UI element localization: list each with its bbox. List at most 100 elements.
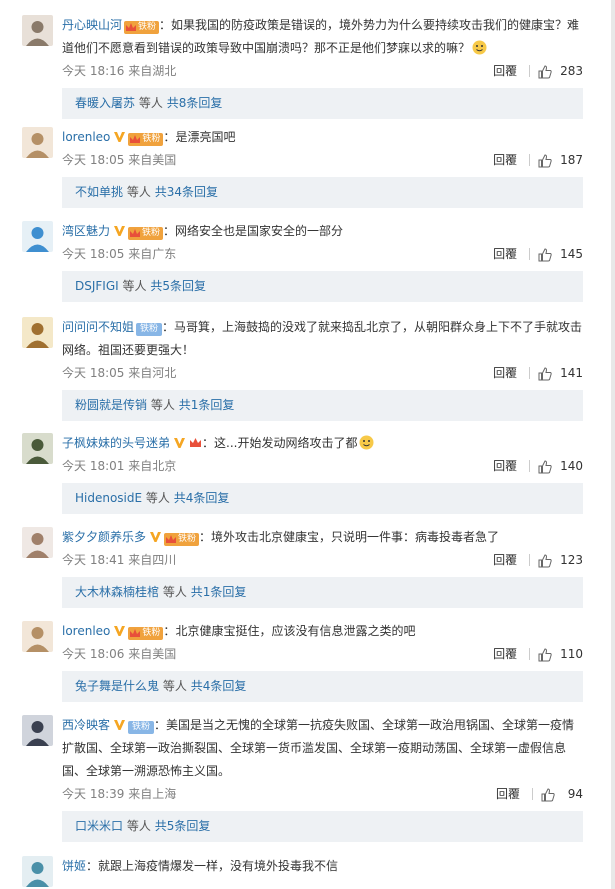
sub-reply-user[interactable]: DSJFIGI [75,279,119,293]
reply-button[interactable]: 回覆 [493,455,517,477]
username-link[interactable]: 问问问不知姐 [62,320,134,334]
thumbs-up-icon[interactable] [538,459,552,474]
like-count: 123 [560,553,583,567]
sub-replies-bar[interactable]: 兔子舞是什么鬼 等人 共4条回复 [62,671,583,702]
reply-button[interactable]: 回覆 [493,643,517,665]
reply-button[interactable]: 回覆 [493,149,517,171]
reply-button[interactable]: 回覆 [493,549,517,571]
username-link[interactable]: 西冷映客 [62,718,110,732]
comment-meta: 今天 18:05 来自河北 回覆 141 [62,362,583,384]
thumbs-up-icon[interactable] [541,787,555,802]
sub-reply-user[interactable]: 春暖入屠苏 [75,96,135,110]
sub-reply-user[interactable]: 粉圆就是传销 [75,398,147,412]
sub-reply-user[interactable]: 兔子舞是什么鬼 [75,679,159,693]
sub-reply-user[interactable]: HidenosidE [75,491,142,505]
sub-reply-count[interactable]: 共1条回复 [179,398,235,412]
sub-reply-count[interactable]: 共1条回复 [191,585,247,599]
sub-reply-count[interactable]: 共4条回复 [191,679,247,693]
avatar[interactable] [22,15,53,46]
avatar[interactable] [22,856,53,887]
sub-reply-user[interactable]: 口米米口 [75,819,123,833]
comment-time: 今天 18:05 [62,247,125,261]
thumbs-up-icon[interactable] [538,247,552,262]
comment-text-block: 紫夕夕颜养乐多 铁粉 ：境外攻击北京健康宝，只说明一件事：病毒投毒者急了 [62,526,583,549]
comment-time: 今天 18:05 [62,153,125,167]
divider [529,154,531,166]
comment-location: 来自湖北 [128,64,177,78]
verified-v-icon [173,434,186,448]
comment-location: 来自河北 [128,366,177,380]
comment-time: 今天 18:06 [62,647,125,661]
comment-actions: 回覆 145 [493,243,583,265]
avatar[interactable] [22,621,53,652]
like-count: 110 [560,647,583,661]
sub-replies-bar[interactable]: HidenosidE 等人 共4条回复 [62,483,583,514]
reply-button[interactable]: 回覆 [493,243,517,265]
sub-reply-count[interactable]: 共8条回复 [167,96,223,110]
sub-reply-user[interactable]: 不如单挑 [75,185,123,199]
reply-button[interactable]: 回覆 [493,362,517,384]
fan-badge-label: 铁粉 [132,722,151,732]
sub-reply-count[interactable]: 共4条回复 [174,491,230,505]
comment-text-block: 丹心映山河 铁粉 ：如果我国的防疫政策是错误的，境外势力为什么要持续攻击我们的健康宝… [62,14,583,60]
username-link[interactable]: 湾区魅力 [62,224,110,238]
avatar[interactable] [22,221,53,252]
sub-replies-bar[interactable]: 大木林森楠桂棺 等人 共1条回复 [62,577,583,608]
avatar[interactable] [22,527,53,558]
thumbs-up-icon[interactable] [538,553,552,568]
sub-replies-bar[interactable]: DSJFIGI 等人 共5条回复 [62,271,583,302]
comment-time: 今天 18:16 [62,64,125,78]
sub-replies-bar[interactable]: 春暖入屠苏 等人 共8条回复 [62,88,583,119]
comment-meta: 今天 18:01 来自北京 回覆 140 [62,455,583,477]
fan-badge: 铁粉 [128,133,164,146]
fan-badge: 铁粉 [128,227,164,240]
colon: ： [154,718,167,732]
divider [529,248,531,260]
comment-item: 西冷映客 铁粉 ：美国是当之无愧的全球第一抗疫失败国、全球第一政治甩锅国、全球第一疫… [0,714,611,842]
sub-reply-count[interactable]: 共5条回复 [155,819,211,833]
username-link[interactable]: 饼姬 [62,859,86,873]
fan-badge: 铁粉 [128,721,155,734]
avatar[interactable] [22,433,53,464]
sub-replies-bar[interactable]: 口米米口 等人 共5条回复 [62,811,583,842]
crown-icon [125,21,137,34]
username-link[interactable]: 紫夕夕颜养乐多 [62,530,146,544]
scrollbar[interactable] [611,0,615,889]
comment-item: 问问问不知姐 铁粉 ：马哥箕，上海鼓捣的没戏了就来捣乱北京了，从朝阳群众身上下不了手… [0,316,611,421]
username-link[interactable]: lorenleo [62,130,110,144]
sub-reply-mid: 等人 [122,279,147,293]
comment-body: 境外攻击北京健康宝，只说明一件事：病毒投毒者急了 [211,530,500,544]
username-link[interactable]: 丹心映山河 [62,18,122,32]
thumbs-up-icon[interactable] [538,366,552,381]
avatar[interactable] [22,715,53,746]
comment-body: 这...开始发动网络攻击了都 [214,436,358,450]
verified-v-icon [113,716,126,730]
username-link[interactable]: 子枫妹妹的头号迷弟 [62,436,170,450]
colon: ： [163,130,176,144]
comment-item: 紫夕夕颜养乐多 铁粉 ：境外攻击北京健康宝，只说明一件事：病毒投毒者急了 今天 18:… [0,526,611,608]
fan-badge-label: 铁粉 [178,534,197,544]
comment-location: 来自四川 [128,553,177,567]
colon: ： [202,436,215,450]
reply-button[interactable]: 回覆 [496,783,520,805]
thumbs-up-icon[interactable] [538,647,552,662]
username-link[interactable]: lorenleo [62,624,110,638]
avatar[interactable] [22,317,53,348]
fan-badge: 铁粉 [164,533,200,546]
sub-reply-user[interactable]: 大木林森楠桂棺 [75,585,159,599]
colon: ： [163,624,176,638]
thumbs-up-icon[interactable] [538,64,552,79]
comment-text-block: 饼姬：就跟上海疫情爆发一样，没有境外投毒我不信 [62,855,583,878]
thumbs-up-icon[interactable] [538,153,552,168]
sub-reply-count[interactable]: 共34条回复 [155,185,218,199]
avatar[interactable] [22,127,53,158]
sub-replies-bar[interactable]: 粉圆就是传销 等人 共1条回复 [62,390,583,421]
comment-meta: 今天 18:39 来自上海 回覆 94 [62,783,583,805]
comment-actions: 回覆 94 [496,783,583,805]
comment-item: 子枫妹妹的头号迷弟 ：这...开始发动网络攻击了都今天 18:01 来自北京 回覆 1… [0,432,611,514]
sub-reply-count[interactable]: 共5条回复 [150,279,206,293]
comment-location: 来自美国 [128,153,177,167]
divider [529,648,531,660]
sub-replies-bar[interactable]: 不如单挑 等人 共34条回复 [62,177,583,208]
reply-button[interactable]: 回覆 [493,60,517,82]
